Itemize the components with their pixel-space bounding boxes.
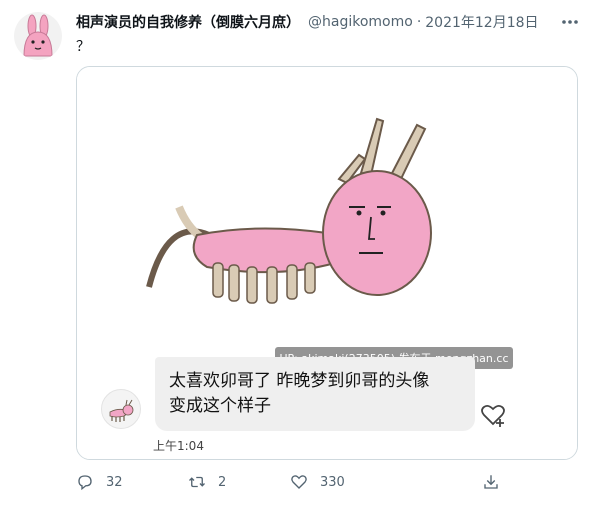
like-count: 330 — [320, 474, 345, 490]
separator-dot: · — [416, 14, 422, 30]
heart-icon — [291, 475, 307, 489]
like-button[interactable]: 330 — [290, 472, 345, 492]
reply-icon — [78, 475, 92, 491]
tweet-text: ？ — [76, 39, 90, 55]
heart-plus-icon[interactable] — [479, 401, 507, 429]
chat-avatar — [101, 389, 141, 429]
more-options-button[interactable] — [558, 12, 582, 32]
user-handle[interactable]: @hagikomomo — [308, 14, 413, 30]
tweet-date[interactable]: 2021年12月18日 — [425, 12, 538, 32]
small-creature-icon — [109, 399, 134, 422]
reply-count: 32 — [106, 474, 123, 490]
tweet-media[interactable]: UP: akimaki(273505) 发布于 mengzhan.cc 太喜欢卯… — [76, 66, 578, 460]
pink-rabbit-avatar-icon — [23, 14, 53, 57]
chat-timestamp: 上午1:04 — [153, 439, 204, 453]
retweet-icon — [189, 476, 205, 488]
chat-bubble: 太喜欢卯哥了 昨晚梦到卯哥的头像 变成这个样子 — [155, 357, 475, 431]
retweet-button[interactable]: 2 — [188, 472, 226, 492]
tweet-actions: 32 2 330 — [76, 472, 506, 492]
retweet-count: 2 — [218, 474, 227, 490]
tweet-header: 相声演员的自我修养（倒膜六月庶） @hagikomomo · 2021年12月1… — [76, 12, 552, 32]
display-name[interactable]: 相声演员的自我修养（倒膜六月庶） — [76, 12, 300, 32]
share-icon — [484, 475, 498, 489]
reply-button[interactable]: 32 — [76, 472, 123, 492]
share-button[interactable] — [482, 472, 500, 492]
author-avatar[interactable] — [14, 12, 62, 60]
chat-message-line-2: 变成这个样子 — [169, 396, 271, 416]
more-dots-icon — [562, 20, 578, 24]
chat-message-line-1: 太喜欢卯哥了 昨晚梦到卯哥的头像 — [169, 371, 430, 391]
